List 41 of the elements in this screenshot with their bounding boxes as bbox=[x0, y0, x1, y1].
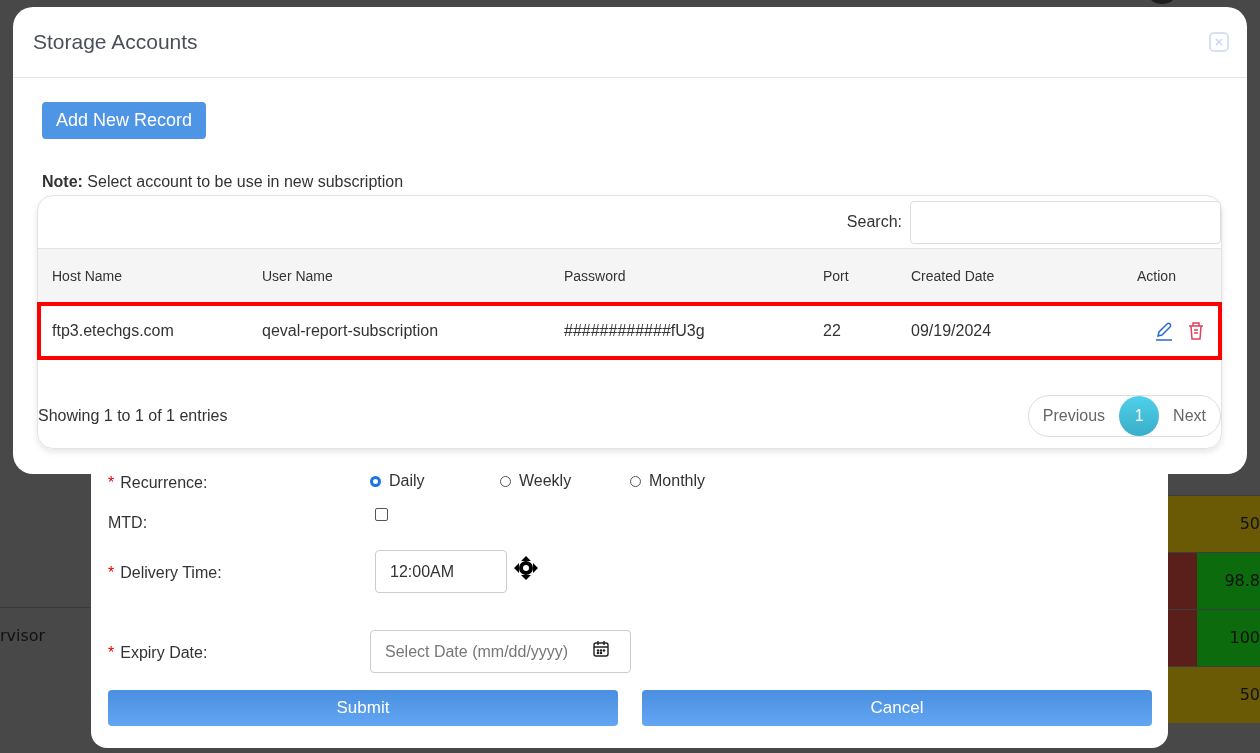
required-mark: * bbox=[108, 564, 115, 581]
table-cell: 100 bbox=[1197, 610, 1260, 666]
table-cell: 50 bbox=[1168, 496, 1260, 552]
calendar-icon[interactable] bbox=[592, 640, 610, 658]
field-label: Expiry Date: bbox=[120, 644, 208, 661]
time-field[interactable]: 12:00AM bbox=[375, 550, 507, 593]
search-label: Search: bbox=[846, 213, 902, 231]
previous-button[interactable]: Previous bbox=[1028, 407, 1120, 425]
required-mark: * bbox=[108, 474, 115, 491]
next-button[interactable]: Next bbox=[1159, 407, 1220, 425]
table-cell: 22 bbox=[822, 303, 910, 359]
column-header[interactable]: Action bbox=[1092, 248, 1221, 303]
table-cell: qeval-report-subscription bbox=[261, 303, 563, 359]
column-header[interactable]: Created Date bbox=[910, 248, 1092, 303]
table-cell: 98.8 bbox=[1197, 553, 1260, 609]
move-icon[interactable] bbox=[513, 554, 539, 581]
trash-icon[interactable] bbox=[1186, 321, 1206, 341]
search-field[interactable] bbox=[910, 200, 1221, 244]
entries-info: Showing 1 to 1 of 1 entries bbox=[38, 407, 228, 425]
radio-label[interactable]: Weekly bbox=[519, 472, 572, 490]
table-cell: 09/19/2024 bbox=[910, 303, 1092, 359]
field-label: MTD: bbox=[108, 514, 148, 531]
status-cell bbox=[1168, 553, 1197, 609]
column-header[interactable]: Port bbox=[822, 248, 910, 303]
table-cell: 50 bbox=[1168, 667, 1260, 723]
table-cell: ftp3.etechgs.com bbox=[38, 303, 261, 359]
column-header[interactable]: Host Name bbox=[38, 248, 261, 303]
radio-label[interactable]: Monthly bbox=[649, 472, 706, 490]
column-header[interactable]: Password bbox=[563, 248, 822, 303]
modal-title: Storage Accounts bbox=[33, 30, 198, 54]
radio-label[interactable]: Daily bbox=[389, 472, 425, 490]
date-field[interactable]: Select Date (mm/dd/yyyy) bbox=[370, 630, 631, 673]
table-cell: ############fU3g bbox=[563, 303, 822, 359]
checkbox[interactable] bbox=[375, 508, 388, 521]
field-label: Delivery Time: bbox=[120, 564, 222, 581]
required-mark: * bbox=[108, 644, 115, 661]
edit-icon[interactable] bbox=[1154, 321, 1174, 341]
column-header[interactable]: User Name bbox=[261, 248, 563, 303]
field-label: Recurrence: bbox=[120, 474, 208, 491]
note-text: Note: Select account to be use in new subscription bbox=[42, 173, 405, 191]
status-cell bbox=[1168, 610, 1197, 666]
